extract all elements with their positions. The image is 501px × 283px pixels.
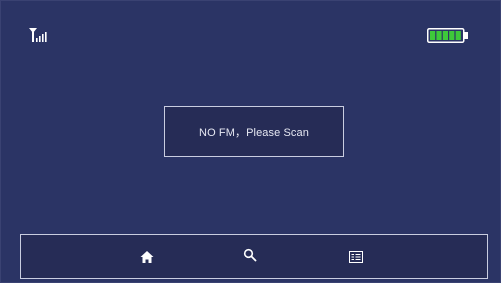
battery-cell [449,31,455,40]
channel-list-icon [349,251,363,263]
home-button[interactable] [137,247,157,267]
battery-full-icon [427,28,468,43]
search-button[interactable] [240,245,260,265]
battery-cell [430,31,436,40]
bottom-navigation-bar [20,234,488,279]
battery-cell [455,31,461,40]
search-icon [243,248,257,262]
fm-radio-screen: NO FM，Please Scan [0,0,501,283]
signal-antenna-icon [29,28,47,42]
channel-list-button[interactable] [346,247,366,267]
no-fm-message-box: NO FM，Please Scan [164,106,344,157]
battery-cell [442,31,448,40]
battery-cell [436,31,442,40]
home-icon [140,251,154,263]
no-fm-message-text: NO FM，Please Scan [199,126,309,139]
